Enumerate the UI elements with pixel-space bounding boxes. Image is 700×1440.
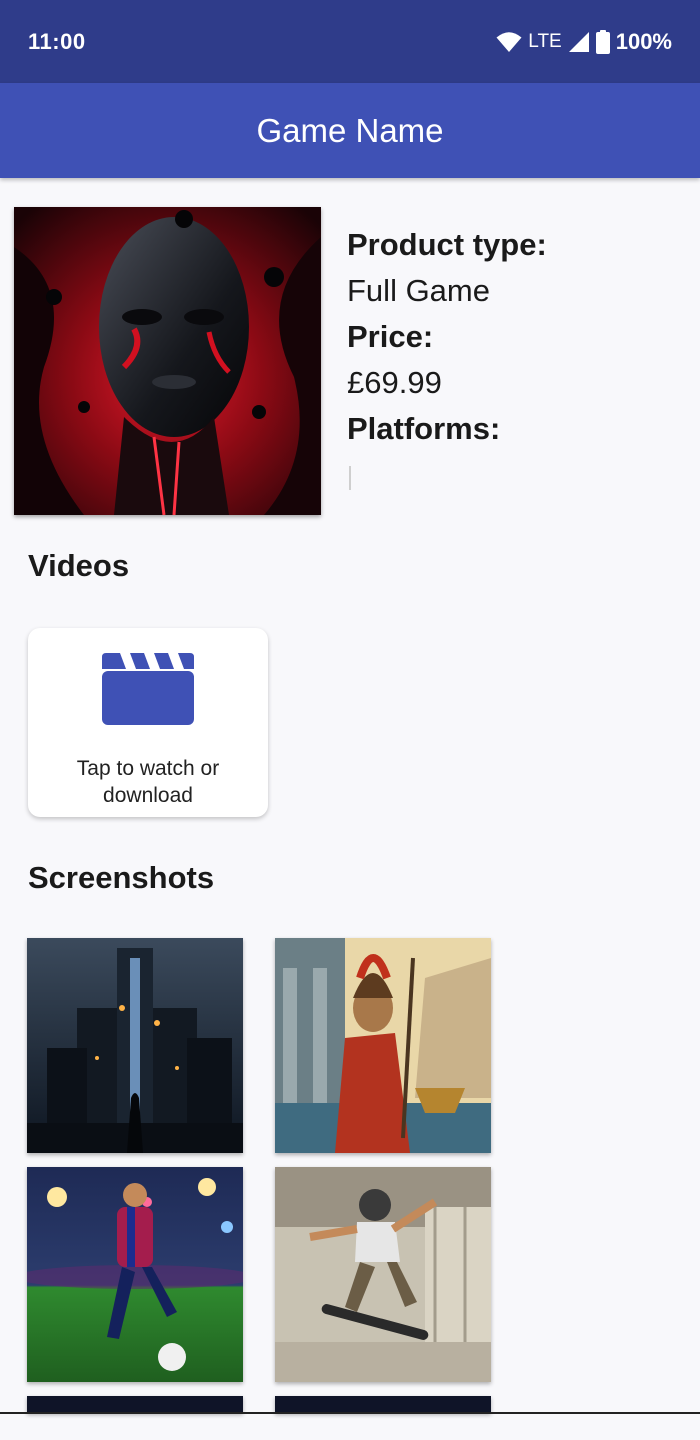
product-info: Product type: Full Game Price: £69.99 Pl… [347,222,687,498]
product-type-value: Full Game [347,273,490,308]
battery-level: 100% [615,28,672,54]
videos-heading: Videos [28,548,130,583]
price-value: £69.99 [347,365,442,400]
football-player-screenshot[interactable] [27,1167,243,1382]
app-bar: Game Name [0,83,700,178]
status-time: 11:00 [28,28,86,54]
status-icons: LTE 100% [496,29,672,55]
product-type-label: Product type: [347,227,547,262]
screenshots-heading: Screenshots [28,860,215,895]
price-label: Price: [347,319,434,354]
video-card[interactable]: Tap to watch or download [28,628,268,817]
video-card-caption: Tap to watch or download [76,757,220,807]
platforms-value [347,452,687,498]
signal-icon [568,31,589,52]
screenshot-5[interactable] [27,1396,243,1413]
page-title: Game Name [256,111,444,149]
status-bar: 11:00 LTE 100% [0,0,700,83]
battery-icon [595,29,610,54]
game-cover-image [14,207,321,515]
network-type: LTE [528,30,562,52]
dark-city-screenshot[interactable] [27,938,243,1153]
screenshot-6[interactable] [275,1396,491,1413]
platforms-label: Platforms: [347,411,501,446]
wifi-icon [496,31,522,52]
bottom-divider [0,1412,700,1414]
clapperboard-icon [102,653,194,725]
spartan-warrior-screenshot[interactable] [275,938,491,1153]
skateboarder-screenshot[interactable] [275,1167,491,1382]
